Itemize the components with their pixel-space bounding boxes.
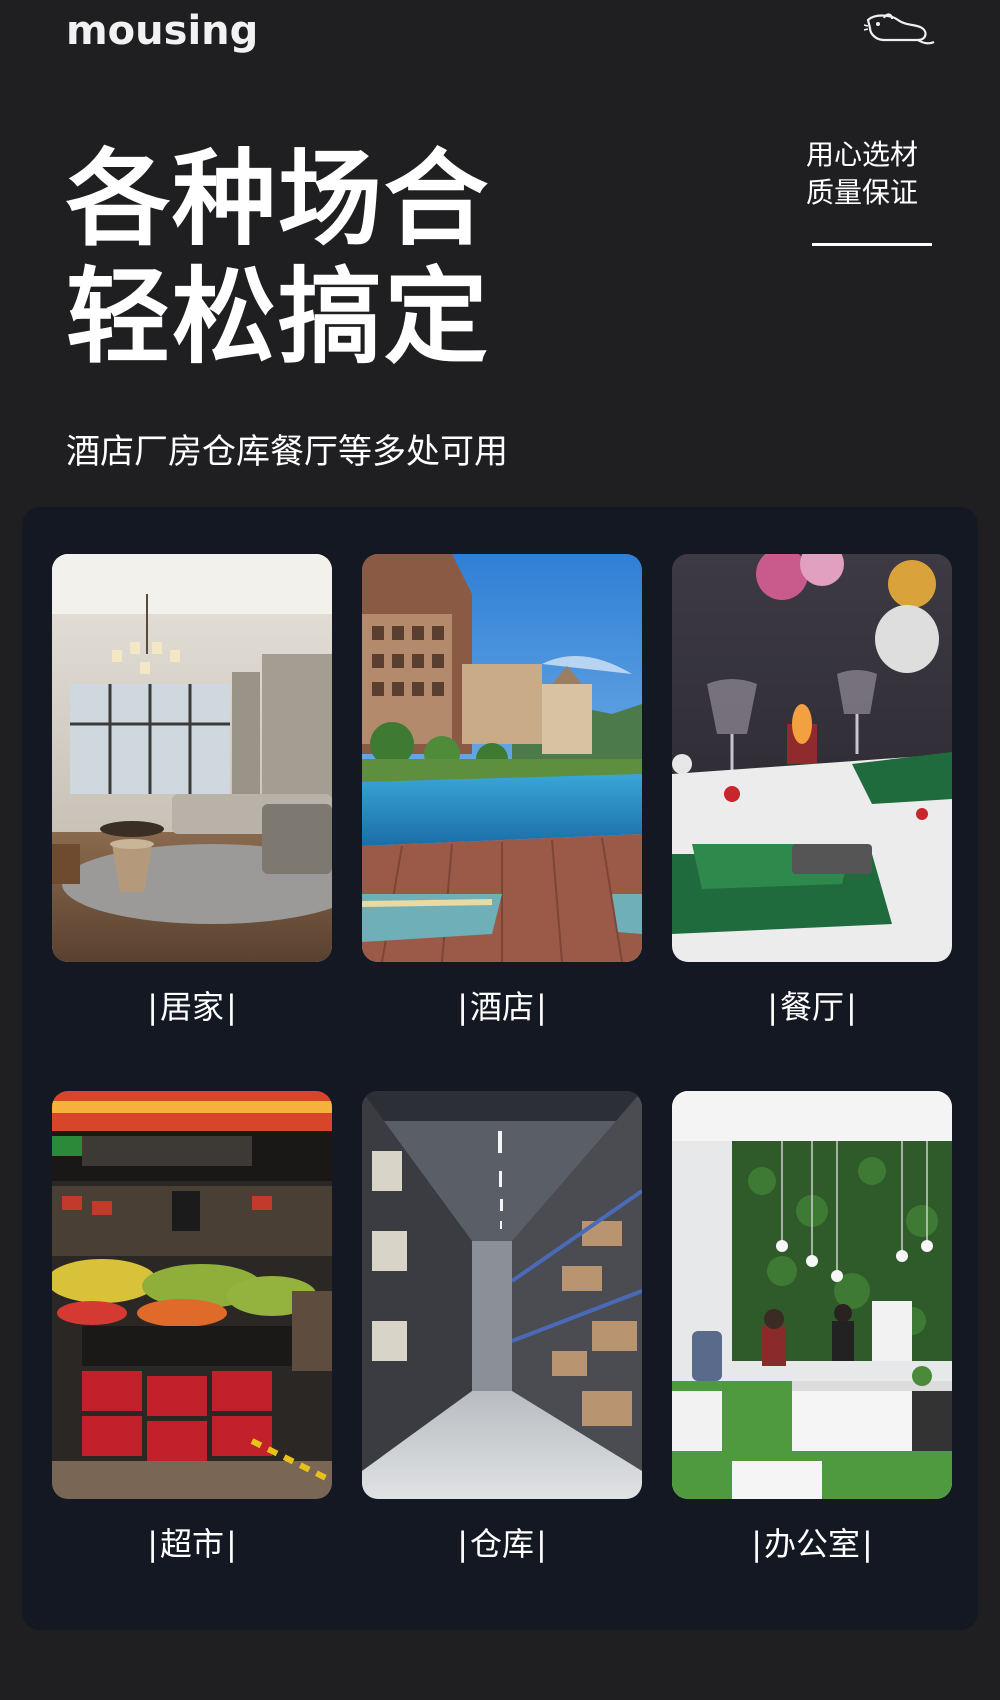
office-photo	[672, 1091, 952, 1499]
scene-tile-supermarket[interactable]: |超市|	[52, 1091, 332, 1565]
quality-underline	[812, 243, 932, 246]
quality-line-1: 用心选材	[806, 138, 919, 171]
living-room-photo	[52, 554, 332, 962]
hero-subtitle: 酒店厂房仓库餐厅等多处可用	[66, 432, 508, 472]
scene-label-office: |办公室|	[751, 1525, 873, 1563]
scene-tile-warehouse[interactable]: |仓库|	[362, 1091, 642, 1565]
brand-logo-text[interactable]: mousing	[66, 8, 258, 54]
hero-title-line-2: 轻松搞定	[66, 256, 491, 378]
scene-label-warehouse: |仓库|	[457, 1525, 547, 1563]
hero-title-line-1: 各种场合	[66, 138, 491, 260]
warehouse-photo	[362, 1091, 642, 1499]
scene-label-restaurant: |餐厅|	[767, 988, 857, 1026]
supermarket-photo	[52, 1091, 332, 1499]
scene-tile-home[interactable]: |居家|	[52, 554, 332, 1028]
scene-tile-restaurant[interactable]: |餐厅|	[672, 554, 952, 1028]
page: mousing 各种场合 轻松搞定 用心选材 质量保证 酒店厂房仓库餐厅等多处可…	[0, 0, 1000, 1700]
scene-label-home: |居家|	[147, 988, 237, 1026]
scene-tile-hotel[interactable]: |酒店|	[362, 554, 642, 1028]
mouse-icon	[864, 13, 935, 45]
scene-label-supermarket: |超市|	[147, 1525, 237, 1563]
quality-line-2: 质量保证	[806, 176, 919, 209]
header: mousing	[0, 0, 1000, 70]
quality-slogan: 用心选材 质量保证	[806, 136, 936, 212]
hotel-pool-photo	[362, 554, 642, 962]
hero-title: 各种场合 轻松搞定	[66, 140, 626, 376]
scene-label-hotel: |酒店|	[457, 988, 547, 1026]
scene-tile-office[interactable]: |办公室|	[672, 1091, 952, 1565]
scenes-panel: |居家| |酒店| |餐厅| |超市| |仓库| |办公室|	[22, 507, 978, 1630]
restaurant-table-photo	[672, 554, 952, 962]
